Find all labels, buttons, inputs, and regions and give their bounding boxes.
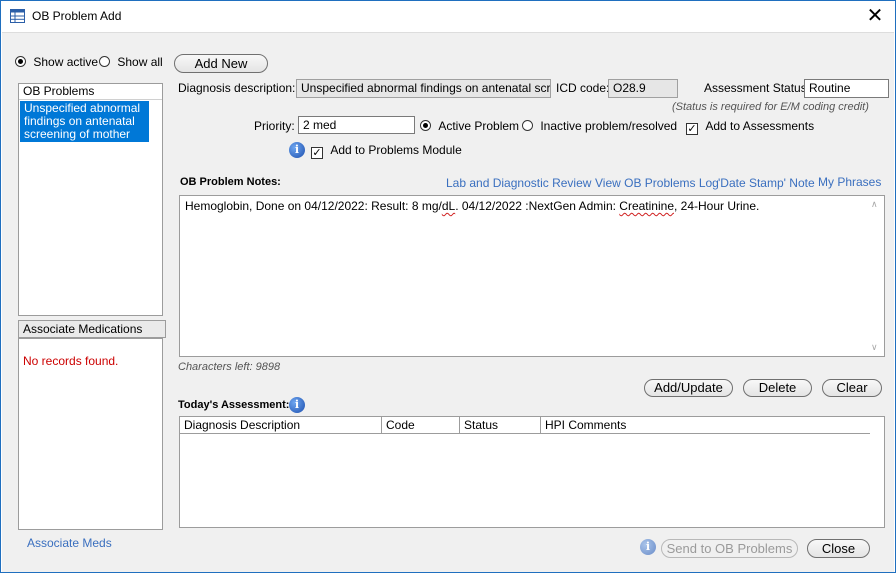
date-stamp-note-link[interactable]: 'Date Stamp' Note [718,176,815,190]
diagnosis-description-field[interactable]: Unspecified abnormal findings on antenat… [296,79,551,98]
title-bar: OB Problem Add ✕ [1,1,895,32]
notes-text-misspelled: dL [441,199,456,213]
show-active-radio[interactable]: Show active [15,55,98,69]
diagnosis-label: Diagnosis description: [178,81,296,95]
active-problem-radio-indicator[interactable] [420,120,431,131]
show-all-radio[interactable]: Show all [99,55,163,69]
inactive-problem-label: Inactive problem/resolved [540,119,678,133]
notes-text-part: , 24-Hour Urine. [674,199,760,213]
active-problem-label: Active Problem [438,119,520,133]
close-icon[interactable]: ✕ [863,4,887,28]
scroll-down-icon[interactable]: ∨ [871,342,878,353]
info-icon[interactable]: i [289,142,305,158]
info-icon: i [640,539,656,555]
ob-problem-add-window: OB Problem Add ✕ Show active Show all OB… [0,0,896,573]
close-button[interactable]: Close [807,539,870,558]
add-to-problems-checkbox[interactable]: ✓ Add to Problems Module [311,143,462,159]
assessment-status-field[interactable]: Routine [804,79,889,98]
show-active-radio-indicator[interactable] [15,56,26,67]
delete-button[interactable]: Delete [743,379,812,397]
show-all-label: Show all [117,55,163,69]
no-records-text: No records found. [23,354,119,368]
add-to-problems-label: Add to Problems Module [330,143,462,157]
associate-medications-list[interactable]: No records found. [18,338,163,530]
ob-problems-header: OB Problems [19,84,162,100]
associate-meds-link[interactable]: Associate Meds [27,536,112,550]
table-icon [10,9,25,26]
associate-medications-header: Associate Medications [18,320,166,338]
add-to-assessments-check[interactable]: ✓ [686,123,698,135]
column-status[interactable]: Status [460,417,541,433]
lab-diagnostic-review-link[interactable]: Lab and Diagnostic Review [446,176,591,190]
add-to-assessments-checkbox[interactable]: ✓ Add to Assessments [686,119,814,135]
notes-text-part: Hemoglobin, Done on 04/12/2022: Result: … [185,199,442,213]
add-to-problems-check[interactable]: ✓ [311,147,323,159]
send-to-ob-problems-button[interactable]: Send to OB Problems [661,539,798,558]
icd-code-label: ICD code: [556,81,610,95]
ob-problems-list[interactable]: OB Problems Unspecified abnormal finding… [18,83,163,316]
notes-textarea[interactable]: Hemoglobin, Done on 04/12/2022: Result: … [179,195,885,357]
assessment-grid-header: Diagnosis Description Code Status HPI Co… [180,417,870,434]
notes-text: Hemoglobin, Done on 04/12/2022: Result: … [185,199,759,213]
my-phrases-link[interactable]: My Phrases [818,175,881,189]
column-diagnosis-description[interactable]: Diagnosis Description [180,417,382,433]
notes-text-misspelled: Creatinine [619,199,674,213]
show-active-label: Show active [33,55,99,69]
add-to-assessments-label: Add to Assessments [705,119,815,133]
priority-label: Priority: [254,119,295,133]
notes-label: OB Problem Notes: [180,176,281,188]
info-icon[interactable]: i [289,397,305,413]
notes-text-part: . 04/12/2022 :NextGen Admin: [455,199,620,213]
characters-left: Characters left: 9898 [178,361,281,373]
list-item[interactable]: Unspecified abnormal findings on antenat… [20,101,149,142]
notes-scrollbar[interactable]: ∧ ∨ [868,196,884,356]
column-code[interactable]: Code [382,417,460,433]
icd-code-field[interactable]: O28.9 [608,79,678,98]
scroll-up-icon[interactable]: ∧ [871,199,878,210]
window-title: OB Problem Add [32,9,122,23]
todays-assessment-label: Today's Assessment: [178,399,290,411]
dialog-body: Show active Show all OB Problems Unspeci… [2,32,894,572]
assessment-status-note: (Status is required for E/M coding credi… [672,101,869,113]
view-ob-problems-log-link[interactable]: View OB Problems Log [595,176,719,190]
column-hpi-comments[interactable]: HPI Comments [541,417,870,433]
inactive-problem-radio[interactable]: Inactive problem/resolved [522,119,677,133]
assessment-grid[interactable]: Diagnosis Description Code Status HPI Co… [179,416,885,528]
priority-field[interactable]: 2 med [298,116,415,134]
clear-button[interactable]: Clear [822,379,882,397]
show-all-radio-indicator[interactable] [99,56,110,67]
assessment-status-label: Assessment Status: [704,81,811,95]
add-new-button[interactable]: Add New [174,54,268,73]
inactive-problem-radio-indicator[interactable] [522,120,533,131]
active-problem-radio[interactable]: Active Problem [420,119,519,133]
add-update-button[interactable]: Add/Update [644,379,733,397]
